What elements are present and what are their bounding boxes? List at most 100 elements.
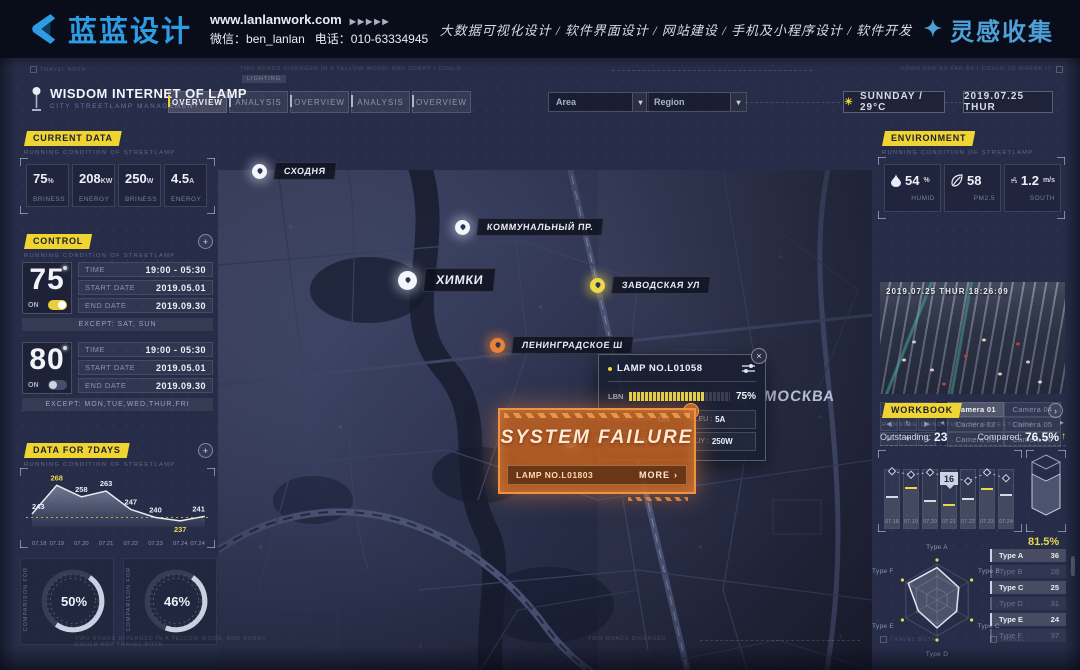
map-pin-yellow-icon[interactable] — [590, 278, 605, 293]
map-pin-icon[interactable] — [252, 164, 267, 179]
svg-text:+: + — [778, 252, 783, 262]
alarm-title: SYSTEM FAILURE — [500, 427, 694, 449]
camera-feed[interactable]: 2019.07.25 THUR 18:26:09 — [880, 282, 1065, 394]
type-row-d[interactable]: Type D31 — [990, 597, 1066, 610]
svg-text:237: 237 — [174, 525, 187, 534]
type-row-b[interactable]: Type B28 — [990, 565, 1066, 578]
chevron-down-icon — [730, 93, 746, 111]
lbn-progress-bar[interactable] — [629, 392, 730, 401]
top-banner: 蓝蓝设计 www.lanlanwork.com▶▶▶▶▶ 微信：ben_lanl… — [0, 0, 1080, 58]
lanlan-logo-text: 蓝蓝设计 — [68, 8, 192, 50]
deco-divider — [612, 70, 812, 71]
plus-icon[interactable] — [198, 443, 213, 458]
tab-analysis-2[interactable]: ANALYSIS — [351, 91, 410, 113]
gauge-label: COMPARISON FOR — [23, 567, 29, 631]
map-pin-orange-icon[interactable] — [490, 338, 505, 353]
compared-value: 76.5% — [1025, 430, 1059, 444]
gauge-value: 50% — [61, 594, 87, 609]
outstanding-count: 23 — [934, 430, 947, 444]
deco-top-center: TWO ROADS DIVERGED IN A YELLOW WOOD, AND… — [240, 66, 462, 72]
deco-top-badge: LIGHTING — [242, 75, 286, 83]
more-button[interactable]: MORE — [639, 470, 678, 480]
tab-label: ANALYSIS — [235, 98, 282, 107]
screen: 蓝蓝设计 www.lanlanwork.com▶▶▶▶▶ 微信：ben_lanl… — [0, 0, 1080, 670]
map-label-khimki[interactable]: ХИМКИ — [398, 268, 495, 292]
lamp-dot-icon — [63, 346, 67, 350]
deco-bottom-2: TWO ROADS DIVERGED — [588, 636, 667, 642]
prism-value: 81.5% — [1028, 536, 1059, 548]
lamp-id: LAMP NO.L01058 — [617, 363, 703, 374]
wind-icon — [1011, 175, 1017, 186]
svg-text:+: + — [818, 412, 823, 422]
banner-arrows: ▶▶▶▶▶ — [350, 17, 391, 26]
brightness-row: LBN 75% — [608, 391, 756, 402]
lbn-value: 75% — [736, 391, 756, 402]
svg-text:+: + — [538, 302, 543, 312]
panel-subtitle: RUNNING CONDITION OF STREETLAMP — [24, 253, 175, 259]
tab-overview-3[interactable]: OVERVIEW — [412, 91, 471, 113]
sparkle-icon: ✦ — [924, 16, 944, 42]
deco-bottom-4: TRAVEL — [990, 636, 1026, 643]
sliders-icon[interactable] — [741, 363, 756, 374]
map-pin-icon[interactable] — [455, 220, 470, 235]
map-label-kommunalny[interactable]: КОММУНАЛЬНЫЙ ПР. — [455, 218, 603, 236]
banner-website: www.lanlanwork.com — [210, 12, 342, 27]
map-label-text: МОСКВА — [754, 385, 845, 408]
svg-text:+: + — [698, 542, 703, 552]
week-area-chart: 24326825826324724023724107.1807.1907.200… — [22, 469, 213, 547]
time-row[interactable]: TIME19:00 - 05:30 — [78, 342, 213, 357]
start-date-row[interactable]: START DATE2019.05.01 — [78, 360, 213, 375]
area-select[interactable]: Area — [548, 92, 649, 112]
except-bar: EXCEPT: MON,TUE,WED,THUR,FRI — [22, 398, 213, 411]
map-label-skhodnya[interactable]: СХОДНЯ — [252, 162, 336, 180]
stat-card-ampere: 4.5A ENERGY — [164, 164, 207, 207]
chevron-right-icon[interactable] — [1048, 403, 1063, 418]
tab-analysis-1[interactable]: ANALYSIS — [229, 91, 288, 113]
deco-checkbox — [1056, 66, 1063, 73]
lanlan-logo-icon — [26, 12, 60, 46]
streetlamp-icon — [30, 86, 43, 112]
data-7days-badge: DATA FOR 7DAYS — [24, 443, 130, 458]
comparison-gauge-2: COMPARISON FOR 46% — [123, 558, 217, 645]
tab-overview-1[interactable]: OVERVIEW — [168, 91, 227, 113]
date-widget: 2019.07.25 THUR — [963, 91, 1053, 113]
workbook-stats: Outstanding:23 Compared:76.5% — [880, 428, 1066, 446]
time-row[interactable]: TIME19:00 - 05:30 — [78, 262, 213, 277]
region-select[interactable]: Region — [646, 92, 747, 112]
region-select-value: Region — [654, 97, 685, 107]
current-data-badge: CURRENT DATA — [24, 131, 122, 146]
power-toggle[interactable] — [48, 380, 67, 390]
weather-widget: SUNNDAY / 29°C — [843, 91, 945, 113]
plus-icon[interactable] — [198, 234, 213, 249]
sun-icon — [844, 97, 854, 108]
comparison-gauge-1: COMPARISON FOR 50% — [20, 558, 114, 645]
svg-text:240: 240 — [149, 506, 162, 515]
tab-overview-2[interactable]: OVERVIEW — [290, 91, 349, 113]
map-label-text: ЗАВОДСКАЯ УЛ — [611, 276, 711, 294]
map-label-text: ЛЕНИНГРАДСКОЕ Ш — [511, 336, 634, 354]
map-label-leningradskoe[interactable]: ЛЕНИНГРАДСКОЕ Ш — [490, 336, 633, 354]
except-bar: EXCEPT: SAT, SUN — [22, 318, 213, 331]
on-label: ON — [28, 302, 39, 309]
panel-subtitle: RUNNING CONDITION OF STREETLAMP — [882, 150, 1033, 156]
svg-text:07.20: 07.20 — [74, 541, 89, 547]
leaf-icon — [951, 174, 963, 187]
map-pin-icon[interactable] — [398, 271, 417, 290]
map-label-zavodskaya[interactable]: ЗАВОДСКАЯ УЛ — [590, 276, 710, 294]
power-toggle[interactable] — [48, 300, 67, 310]
start-date-row[interactable]: START DATE2019.05.01 — [78, 280, 213, 295]
banner-phone: 电话：010-63334945 — [315, 32, 428, 46]
close-icon[interactable] — [751, 348, 767, 364]
type-row-e[interactable]: Type E24 — [990, 613, 1066, 626]
scrollbar[interactable] — [1071, 556, 1075, 576]
type-row-a[interactable]: Type A36 — [990, 549, 1066, 562]
end-date-row[interactable]: END DATE2019.09.30 — [78, 378, 213, 393]
panel-subtitle: RUNNING CONDITION OF STREETLAMP — [24, 150, 175, 156]
type-row-c[interactable]: Type C25 — [990, 581, 1066, 594]
stat-card-watt: 250W BRINESS — [118, 164, 161, 207]
svg-text:07.24: 07.24 — [173, 541, 188, 547]
end-date-row[interactable]: END DATE2019.09.30 — [78, 298, 213, 313]
droplet-icon — [891, 174, 901, 187]
workbook-bars: 07.1807.1907.2007.2107.2207.2307.24 — [884, 455, 1017, 529]
svg-text:263: 263 — [100, 479, 113, 488]
